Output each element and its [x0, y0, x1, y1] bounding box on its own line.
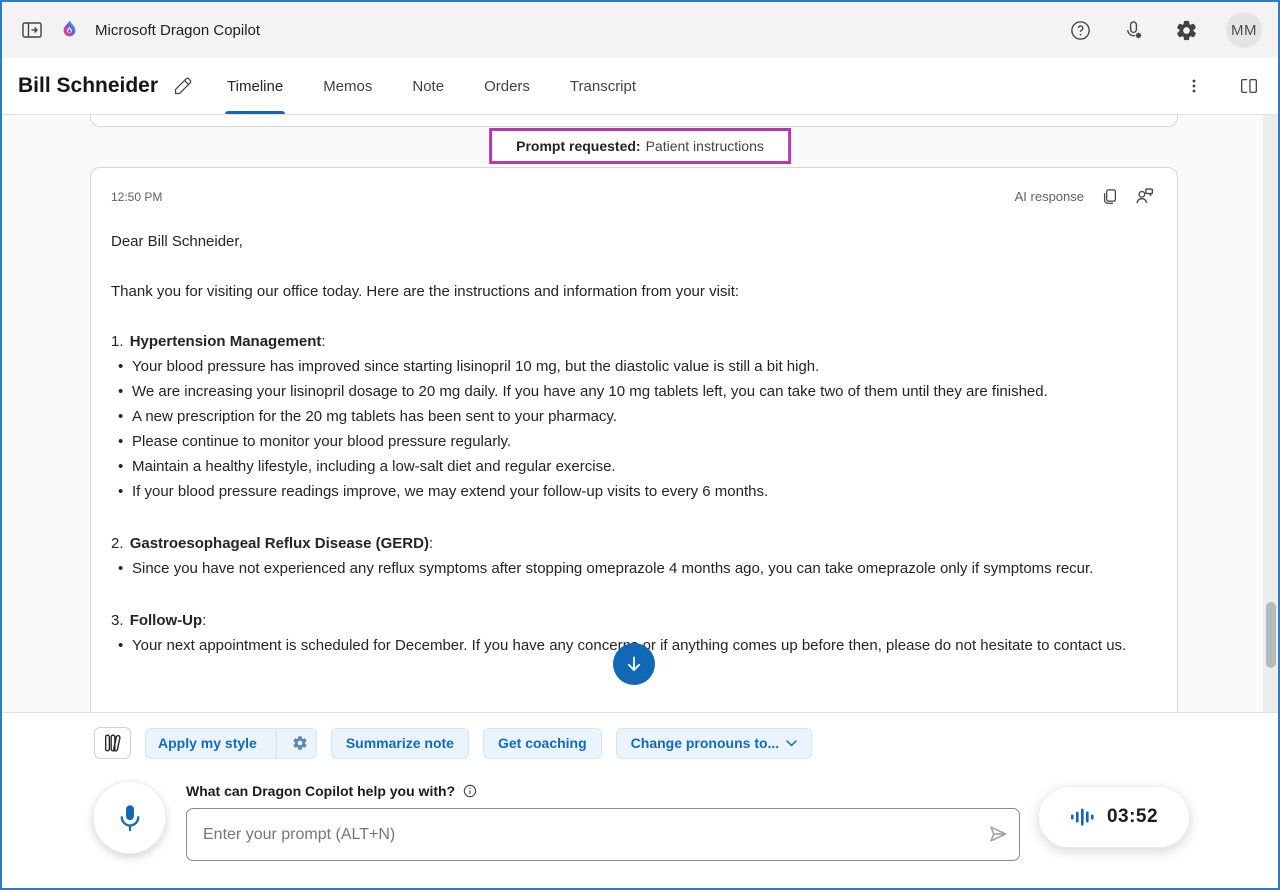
patient-name: Bill Schneider [18, 74, 158, 98]
section-bullets: Your blood pressure has improved since s… [111, 354, 1157, 504]
bullet-item: Maintain a healthy lifestyle, including … [111, 454, 1157, 479]
info-icon[interactable] [462, 783, 478, 799]
section-heading: 2. Gastroesophageal Reflux Disease (GERD… [111, 531, 1157, 556]
help-icon[interactable] [1067, 17, 1094, 44]
dragon-flame-logo [58, 18, 81, 42]
get-coaching-button[interactable]: Get coaching [483, 728, 602, 759]
message-intro: Thank you for visiting our office today.… [111, 279, 1157, 304]
message-body: Dear Bill Schneider, Thank you for visit… [111, 229, 1157, 658]
message-section: 1. Hypertension Management:Your blood pr… [111, 329, 1157, 504]
apply-style-label[interactable]: Apply my style [146, 729, 269, 758]
split-divider [276, 729, 277, 758]
tab-transcript[interactable]: Transcript [568, 58, 638, 114]
message-section: 2. Gastroesophageal Reflux Disease (GERD… [111, 531, 1157, 581]
bullet-item: We are increasing your lisinopril dosage… [111, 379, 1157, 404]
avatar[interactable]: MM [1226, 12, 1262, 48]
change-pronouns-label: Change pronouns to... [631, 735, 780, 751]
dragon-copilot-window: Microsoft Dragon Copilot [0, 0, 1280, 890]
tab-orders[interactable]: Orders [482, 58, 532, 114]
scrollbar-track[interactable] [1263, 115, 1278, 712]
waveform-icon [1070, 805, 1096, 829]
tab-memos[interactable]: Memos [321, 58, 374, 114]
tab-timeline[interactable]: Timeline [225, 58, 285, 114]
recording-timer-pill[interactable]: 03:52 [1038, 786, 1190, 848]
change-pronouns-button[interactable]: Change pronouns to... [616, 728, 813, 759]
recording-timer: 03:52 [1107, 806, 1158, 828]
bullet-item: Since you have not experienced any reflu… [111, 556, 1157, 581]
scroll-down-icon[interactable] [613, 643, 655, 685]
prompt-badge-label: Prompt requested: [516, 138, 640, 154]
scrollbar-thumb[interactable] [1266, 602, 1276, 668]
feedback-icon[interactable] [1132, 184, 1157, 209]
more-options-icon[interactable] [1182, 74, 1206, 98]
chevron-down-icon [786, 740, 797, 747]
timeline-content: Prompt requested: Patient instructions 12… [2, 115, 1278, 712]
bullet-item: If your blood pressure readings improve,… [111, 479, 1157, 504]
mic-settings-icon[interactable] [1120, 17, 1147, 44]
microphone-icon[interactable] [93, 781, 166, 854]
summarize-note-button[interactable]: Summarize note [331, 728, 469, 759]
bullet-item: Please continue to monitor your blood pr… [111, 429, 1157, 454]
footer-panel: Apply my style Summarize note Get coachi… [2, 712, 1278, 888]
prompt-requested-badge: Prompt requested: Patient instructions [489, 128, 791, 164]
prompt-label: What can Dragon Copilot help you with? [186, 783, 478, 799]
patient-header: Bill Schneider Timeline Memos Note Order… [2, 58, 1278, 115]
prompt-badge-value: Patient instructions [646, 138, 764, 154]
message-timestamp: 12:50 PM [111, 190, 162, 204]
panel-open-icon[interactable] [18, 16, 46, 44]
ai-response-card: 12:50 PM AI response [90, 167, 1178, 712]
tab-note[interactable]: Note [410, 58, 446, 114]
message-sections: 1. Hypertension Management:Your blood pr… [111, 329, 1157, 658]
message-source-label: AI response [1015, 189, 1084, 204]
style-settings-gear-icon[interactable] [284, 729, 316, 758]
settings-gear-icon[interactable] [1173, 17, 1200, 44]
prompt-input[interactable] [186, 808, 1020, 861]
bullet-item: A new prescription for the 20 mg tablets… [111, 404, 1157, 429]
apply-style-button[interactable]: Apply my style [145, 728, 317, 759]
message-greeting: Dear Bill Schneider, [111, 229, 1157, 254]
library-icon[interactable] [94, 727, 131, 759]
copy-icon[interactable] [1098, 185, 1122, 209]
tab-bar: Timeline Memos Note Orders Transcript [225, 58, 638, 114]
quick-actions-row: Apply my style Summarize note Get coachi… [94, 727, 1278, 759]
send-icon[interactable] [984, 821, 1010, 847]
prompt-input-wrap [186, 808, 1020, 861]
app-title: Microsoft Dragon Copilot [95, 22, 260, 39]
prompt-label-text: What can Dragon Copilot help you with? [186, 783, 455, 799]
split-view-icon[interactable] [1236, 73, 1262, 99]
edit-pencil-icon[interactable] [170, 74, 195, 99]
bullet-item: Your blood pressure has improved since s… [111, 354, 1157, 379]
section-bullets: Since you have not experienced any reflu… [111, 556, 1157, 581]
section-heading: 3. Follow-Up: [111, 608, 1157, 633]
section-heading: 1. Hypertension Management: [111, 329, 1157, 354]
top-app-bar: Microsoft Dragon Copilot [2, 2, 1278, 58]
previous-card-edge [90, 115, 1178, 127]
